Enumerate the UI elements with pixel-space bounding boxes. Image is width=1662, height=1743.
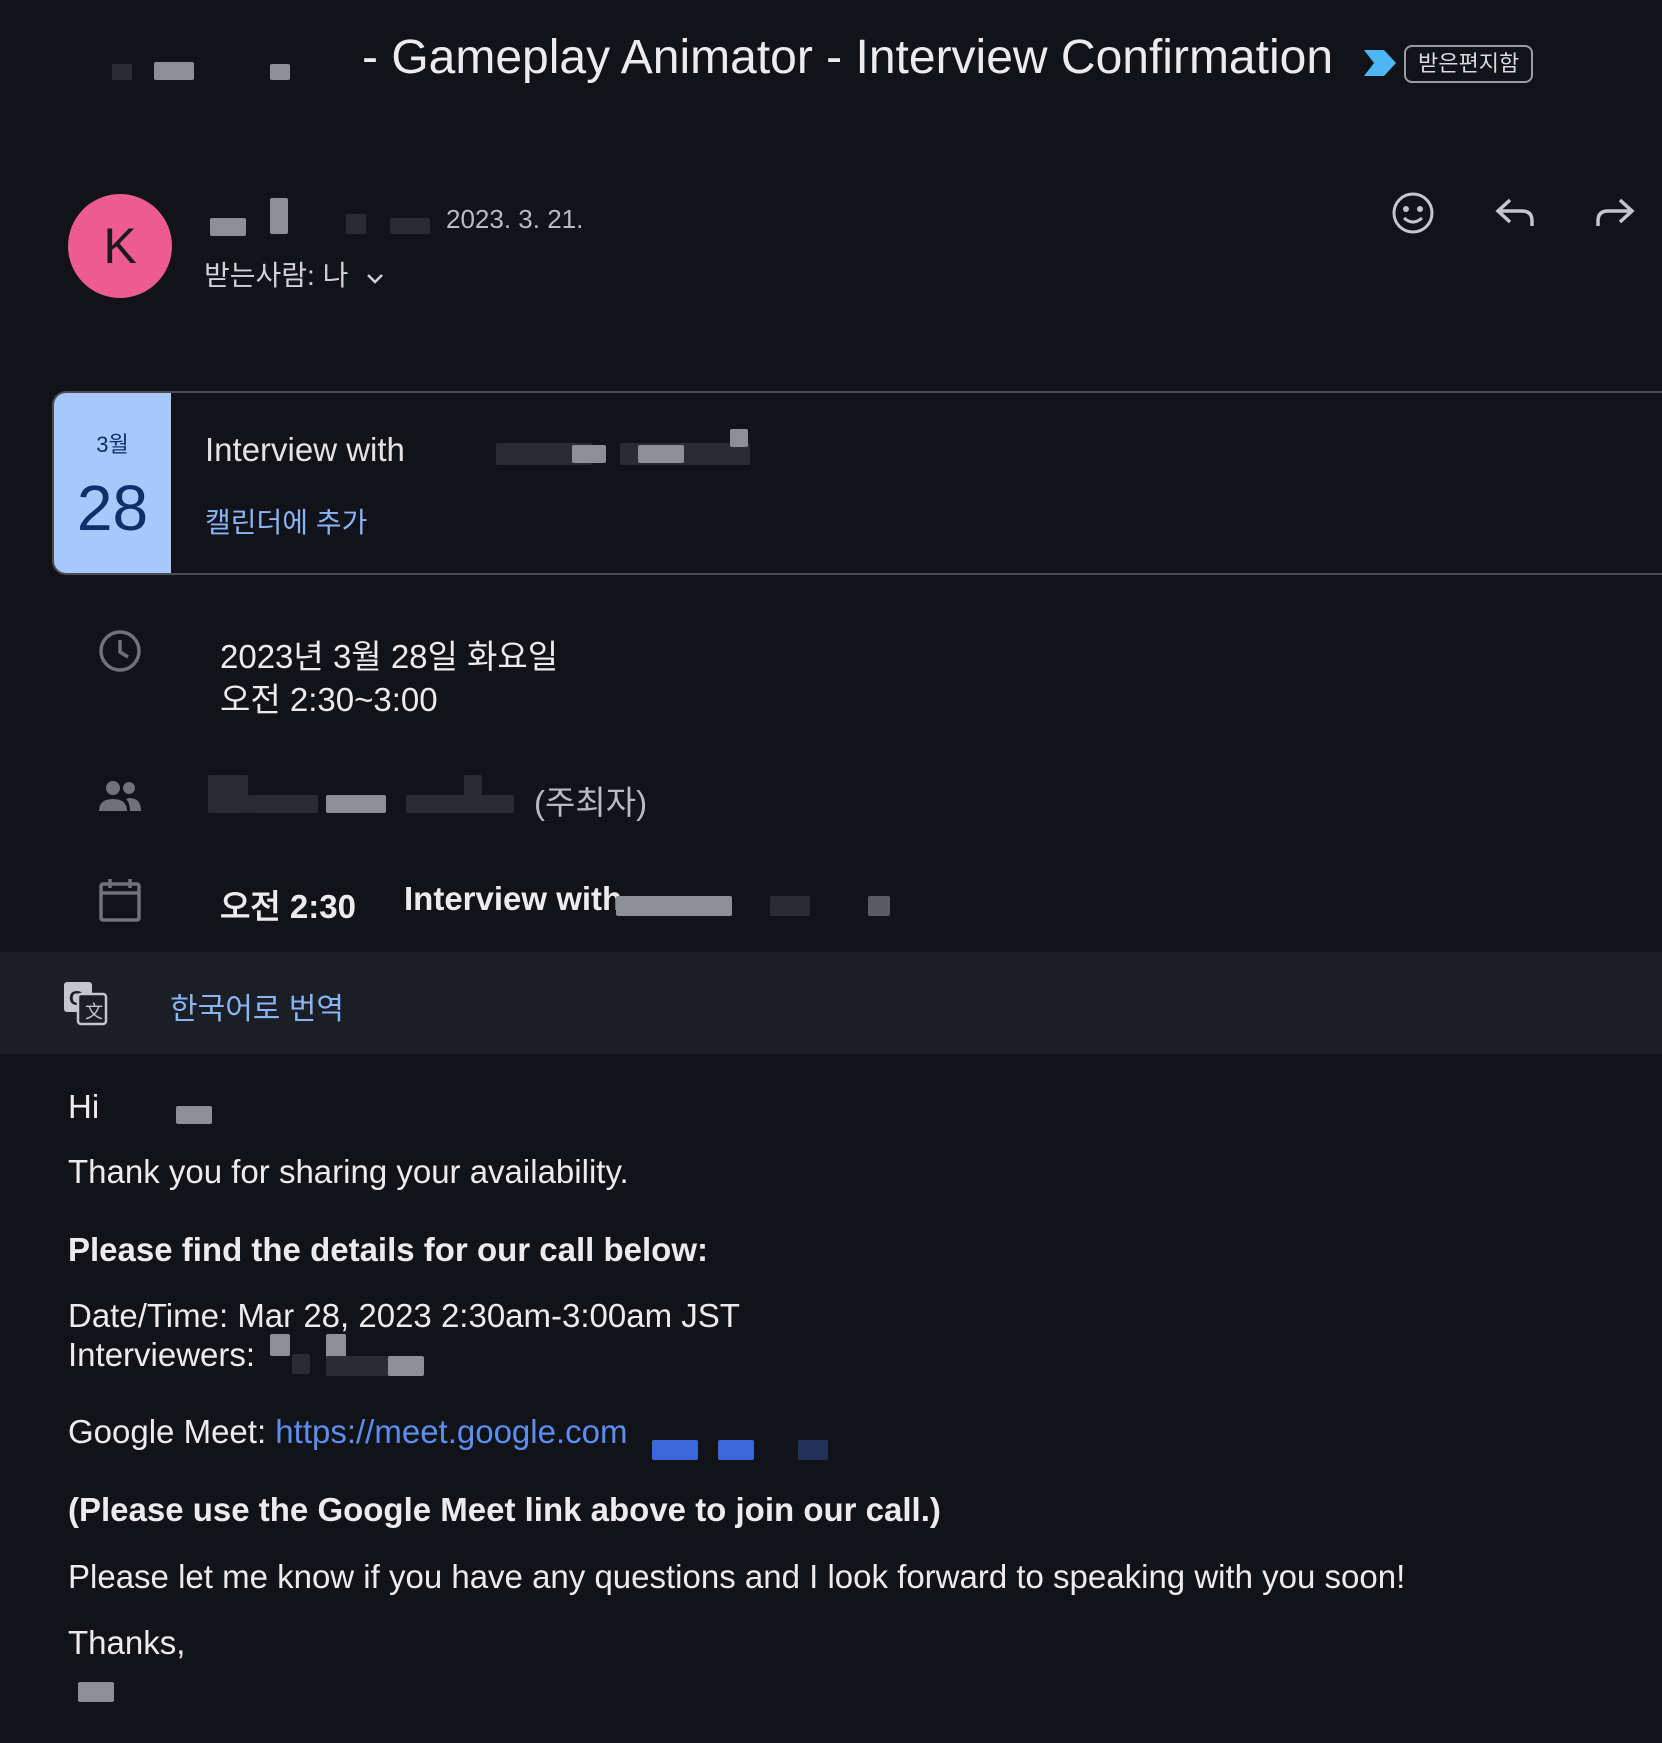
reply-icon[interactable] — [1492, 190, 1538, 236]
event-time: 오전 2:30~3:00 — [220, 681, 438, 718]
event-date: 2023년 3월 28일 화요일 — [220, 638, 559, 675]
translate-icon: G 文 — [64, 982, 108, 1026]
add-to-calendar-link[interactable]: 캘린더에 추가 — [205, 501, 367, 541]
body-thank-you: Thank you for sharing your availability. — [68, 1153, 629, 1190]
event-month: 3월 — [96, 432, 129, 457]
greeting-redacted-name — [98, 1092, 214, 1124]
sender-redacted-name — [206, 196, 438, 240]
emoji-icon[interactable] — [1390, 190, 1436, 236]
organizer-redacted-name — [208, 775, 520, 815]
avatar: K — [68, 194, 172, 298]
translate-link[interactable]: 한국어로 번역 — [170, 984, 344, 1028]
event-card: 3월 28 Interview with 캘린더에 추가 — [52, 391, 1662, 575]
sent-date: 2023. 3. 21. — [446, 204, 584, 234]
agenda-time: 오전 2:30 — [220, 888, 356, 925]
greeting: Hi — [68, 1088, 100, 1125]
email-subject: - Gameplay Animator - Interview Confirma… — [362, 31, 1334, 84]
subject-redacted-name — [78, 34, 318, 90]
svg-text:文: 文 — [85, 1002, 103, 1023]
body-interviewers-label: Interviewers: — [68, 1336, 256, 1373]
body-details-heading: Please find the details for our call bel… — [68, 1231, 708, 1268]
meet-link[interactable]: https://meet.google.com — [275, 1413, 627, 1450]
signature-redacted — [78, 1678, 116, 1704]
body-meet-line: Google Meet: https://meet.google.com — [68, 1413, 628, 1451]
calendar-icon — [99, 879, 141, 922]
interviewers-redacted-names — [270, 1334, 488, 1376]
organizer-label: (주최자) — [534, 784, 648, 821]
inbox-label-badge[interactable]: 받은편지함 — [1404, 45, 1534, 83]
body-note: (Please use the Google Meet link above t… — [68, 1491, 941, 1528]
body-datetime: Date/Time: Mar 28, 2023 2:30am-3:00am JS… — [68, 1297, 740, 1334]
agenda-title[interactable]: Interview with — [404, 880, 622, 918]
forward-icon[interactable] — [1592, 190, 1638, 236]
event-date-tile: 3월 28 — [54, 393, 171, 573]
clock-icon — [99, 630, 141, 672]
agenda-redacted-name — [616, 892, 892, 918]
meet-label: Google Meet: — [68, 1413, 267, 1450]
body-closing: Please let me know if you have any quest… — [68, 1558, 1406, 1595]
people-icon — [99, 781, 141, 811]
event-title-redacted — [444, 429, 754, 467]
event-title: Interview with — [205, 431, 405, 468]
label-arrow-icon — [1364, 50, 1396, 76]
chevron-down-icon — [367, 273, 384, 284]
meet-link-redacted[interactable] — [652, 1434, 830, 1460]
event-day: 28 — [76, 472, 149, 544]
recipient-toggle[interactable]: 받는사람: 나 — [204, 254, 386, 294]
body-signoff: Thanks, — [68, 1624, 186, 1661]
recipient-label: 받는사람: 나 — [204, 260, 349, 291]
